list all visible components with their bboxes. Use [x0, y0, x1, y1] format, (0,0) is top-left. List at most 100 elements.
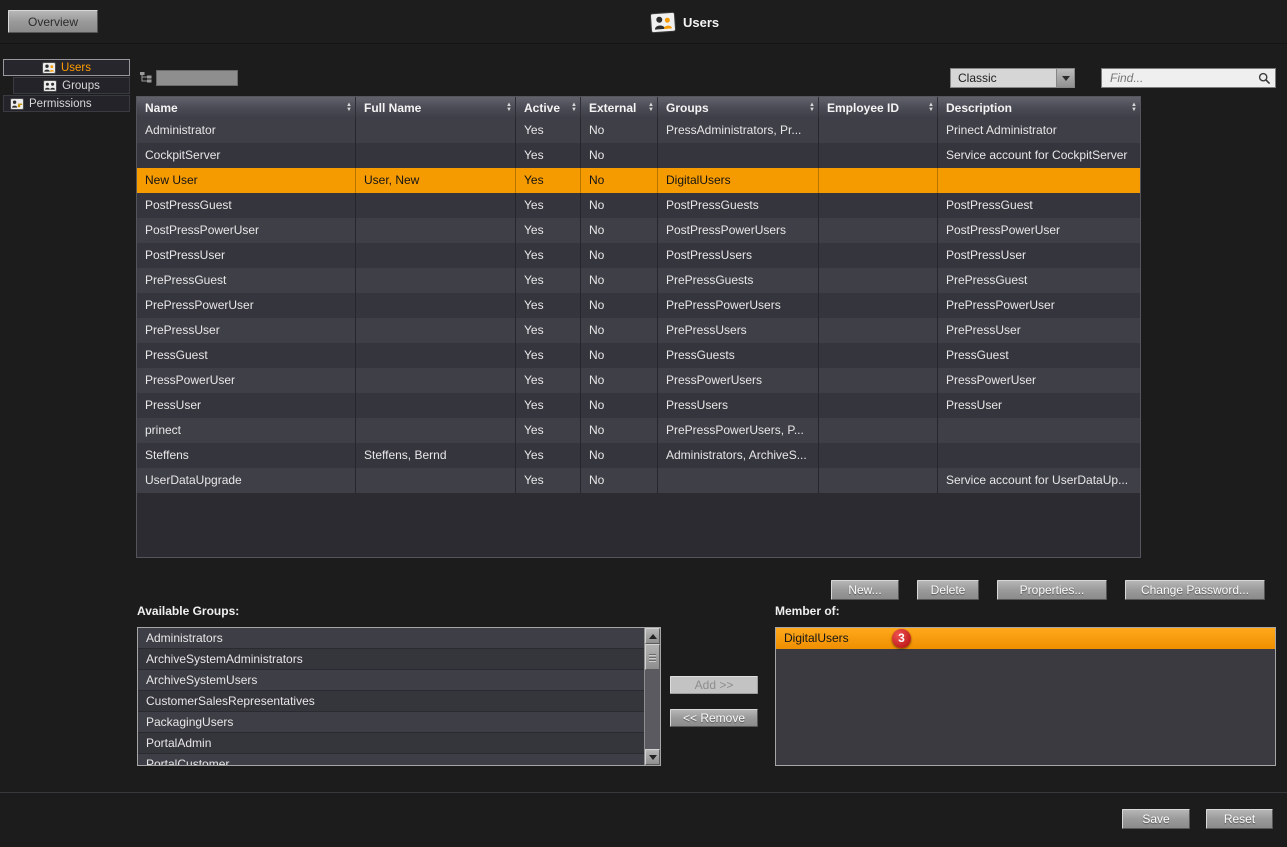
cell-groups	[658, 468, 819, 493]
cell-full-name	[356, 293, 516, 318]
delete-button[interactable]: Delete	[917, 580, 979, 600]
add-button[interactable]: Add >>	[670, 676, 758, 694]
cell-full-name	[356, 143, 516, 168]
cell-groups: PrePressGuests	[658, 268, 819, 293]
cell-full-name: Steffens, Bernd	[356, 443, 516, 468]
cell-active: Yes	[516, 443, 581, 468]
table-row[interactable]: PrePressPowerUserYesNoPrePressPowerUsers…	[137, 293, 1140, 318]
column-header-description[interactable]: Description▲▼	[938, 97, 1140, 118]
cell-employee-id	[819, 418, 938, 443]
change-password-button[interactable]: Change Password...	[1125, 580, 1265, 600]
remove-button[interactable]: << Remove	[670, 709, 758, 727]
column-header-name[interactable]: Name▲▼	[137, 97, 356, 118]
cell-external: No	[581, 393, 658, 418]
list-item[interactable]: CustomerSalesRepresentatives	[138, 691, 644, 712]
sort-icon: ▲▼	[571, 103, 577, 113]
table-row[interactable]: PressGuestYesNoPressGuestsPressGuest	[137, 343, 1140, 368]
column-header-label: Full Name	[364, 101, 421, 115]
table-row[interactable]: AdministratorYesNoPressAdministrators, P…	[137, 118, 1140, 143]
cell-name: PrePressUser	[137, 318, 356, 343]
column-header-full-name[interactable]: Full Name ▲▼	[356, 97, 516, 118]
cell-name: Steffens	[137, 443, 356, 468]
cell-groups: PostPressPowerUsers	[658, 218, 819, 243]
new-button[interactable]: New...	[831, 580, 899, 600]
cell-active: Yes	[516, 468, 581, 493]
table-row[interactable]: PrePressUserYesNoPrePressUsersPrePressUs…	[137, 318, 1140, 343]
reset-button[interactable]: Reset	[1206, 809, 1273, 829]
table-row[interactable]: PressPowerUserYesNoPressPowerUsersPressP…	[137, 368, 1140, 393]
member-list-item[interactable]: DigitalUsers3	[776, 628, 1275, 649]
table-row[interactable]: prinectYesNoPrePressPowerUsers, P...	[137, 418, 1140, 443]
table-row[interactable]: UserDataUpgradeYesNoService account for …	[137, 468, 1140, 493]
cell-external: No	[581, 368, 658, 393]
overview-button[interactable]: Overview	[8, 10, 98, 33]
search-icon[interactable]	[1258, 72, 1271, 85]
save-button[interactable]: Save	[1122, 809, 1190, 829]
cell-employee-id	[819, 193, 938, 218]
cell-description	[938, 168, 1140, 193]
sidebar-item-users[interactable]: Users	[3, 59, 130, 76]
permissions-tab-icon	[10, 98, 24, 110]
table-row[interactable]: New UserUser, NewYesNoDigitalUsers	[137, 168, 1140, 193]
cell-external: No	[581, 218, 658, 243]
cell-name: CockpitServer	[137, 143, 356, 168]
cell-full-name	[356, 243, 516, 268]
list-item[interactable]: ArchiveSystemAdministrators	[138, 649, 644, 670]
cell-name: prinect	[137, 418, 356, 443]
sidebar-item-label: Permissions	[29, 98, 92, 110]
filter-field[interactable]	[156, 70, 238, 86]
list-item[interactable]: PackagingUsers	[138, 712, 644, 733]
cell-employee-id	[819, 243, 938, 268]
cell-employee-id	[819, 318, 938, 343]
cell-employee-id	[819, 143, 938, 168]
cell-full-name: User, New	[356, 168, 516, 193]
scrollbar-thumb[interactable]	[645, 644, 660, 670]
topbar: Overview Users	[0, 0, 1287, 44]
column-header-external[interactable]: External▲▼	[581, 97, 658, 118]
scrollbar-track[interactable]	[645, 670, 660, 749]
sidebar-item-groups[interactable]: Groups	[13, 77, 130, 94]
properties-button[interactable]: Properties...	[997, 580, 1107, 600]
cell-employee-id	[819, 468, 938, 493]
view-mode-select[interactable]: Classic	[950, 68, 1075, 88]
hierarchy-icon[interactable]	[139, 71, 153, 87]
cell-full-name	[356, 218, 516, 243]
list-item[interactable]: PortalCustomer	[138, 754, 644, 766]
cell-employee-id	[819, 293, 938, 318]
sort-icon: ▲▼	[506, 103, 512, 113]
table-row[interactable]: PrePressGuestYesNoPrePressGuestsPrePress…	[137, 268, 1140, 293]
cell-full-name	[356, 318, 516, 343]
table-row[interactable]: PostPressGuestYesNoPostPressGuestsPostPr…	[137, 193, 1140, 218]
table-row[interactable]: PressUserYesNoPressUsersPressUser	[137, 393, 1140, 418]
scroll-down-button[interactable]	[645, 749, 660, 765]
table-row[interactable]: CockpitServerYesNoService account for Co…	[137, 143, 1140, 168]
cell-active: Yes	[516, 168, 581, 193]
cell-full-name	[356, 268, 516, 293]
table-row[interactable]: PostPressUserYesNoPostPressUsersPostPres…	[137, 243, 1140, 268]
cell-name: PostPressPowerUser	[137, 218, 356, 243]
users-table: Name▲▼Full Name▲▼Active▲▼External▲▼Group…	[136, 96, 1141, 558]
list-item[interactable]: Administrators	[138, 628, 644, 649]
footer-divider	[0, 792, 1287, 793]
search-input[interactable]	[1102, 71, 1258, 85]
list-item[interactable]: ArchiveSystemUsers	[138, 670, 644, 691]
column-header-label: Name	[145, 101, 178, 115]
cell-full-name	[356, 418, 516, 443]
cell-description: PostPressPowerUser	[938, 218, 1140, 243]
column-header-groups[interactable]: Groups▲▼	[658, 97, 819, 118]
cell-description: PressUser	[938, 393, 1140, 418]
available-groups-rows: AdministratorsArchiveSystemAdministrator…	[138, 628, 644, 766]
footer-buttons: Save Reset	[1122, 809, 1273, 829]
list-item[interactable]: PortalAdmin	[138, 733, 644, 754]
cell-name: PressPowerUser	[137, 368, 356, 393]
table-row[interactable]: SteffensSteffens, BerndYesNoAdministrato…	[137, 443, 1140, 468]
scroll-up-button[interactable]	[645, 628, 660, 644]
table-row[interactable]: PostPressPowerUserYesNoPostPressPowerUse…	[137, 218, 1140, 243]
column-header-employee-id[interactable]: Employee ID▲▼	[819, 97, 938, 118]
groups-tab-icon	[43, 80, 57, 92]
scrollbar[interactable]	[644, 628, 660, 765]
column-header-active[interactable]: Active▲▼	[516, 97, 581, 118]
column-header-label: Groups	[666, 101, 709, 115]
sidebar-item-permissions[interactable]: Permissions	[3, 95, 130, 112]
cell-name: PressUser	[137, 393, 356, 418]
